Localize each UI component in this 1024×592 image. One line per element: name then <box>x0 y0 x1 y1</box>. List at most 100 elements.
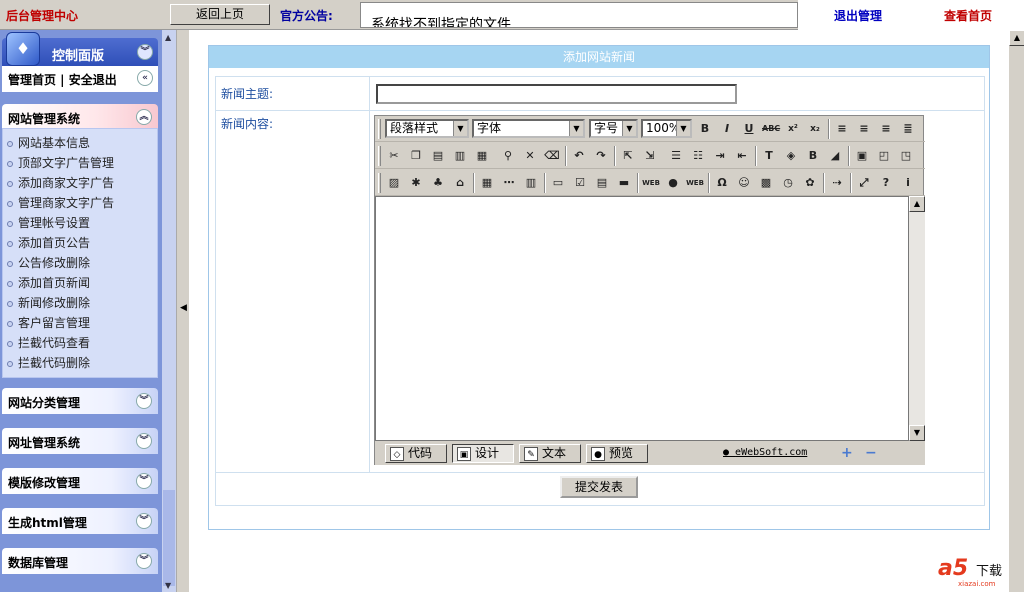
paste-word-icon[interactable]: ▦ <box>473 147 491 165</box>
highlight-icon[interactable]: ◈ <box>782 147 800 165</box>
underline-icon[interactable]: U <box>740 120 758 138</box>
align-left-icon[interactable]: ≡ <box>833 120 851 138</box>
editor-content-area[interactable] <box>375 196 909 441</box>
menu-item-block-code-view[interactable]: 拦截代码查看 <box>7 334 90 354</box>
insert-button-icon[interactable]: ▬ <box>615 174 633 192</box>
paragraph-style-select[interactable]: 段落样式 ▼ <box>385 119 469 138</box>
fullscreen-icon[interactable]: ⤢ <box>855 174 873 192</box>
menu-item-add-merchant-ad[interactable]: 添加商家文字广告 <box>7 174 114 194</box>
web-icon[interactable]: WEB <box>642 174 660 192</box>
redo-icon[interactable]: ↷ <box>592 147 610 165</box>
subscript-icon[interactable]: x₂ <box>806 120 824 138</box>
align-right-icon[interactable]: ≡ <box>877 120 895 138</box>
chevron-down-icon[interactable]: ︾ <box>136 473 152 489</box>
chevron-down-icon[interactable]: ︾ <box>136 433 152 449</box>
superscript-icon[interactable]: x² <box>784 120 802 138</box>
frame-icon[interactable]: ▣ <box>853 147 871 165</box>
menu-item-block-code-delete[interactable]: 拦截代码删除 <box>7 354 90 374</box>
delete-icon[interactable]: ✕ <box>521 147 539 165</box>
outdent-icon[interactable]: ⇤ <box>733 147 751 165</box>
insert-hr-icon[interactable]: ▤ <box>593 174 611 192</box>
scroll-down-arrow-icon[interactable]: ▼ <box>165 581 171 590</box>
font-select[interactable]: 字体 ▼ <box>472 119 585 138</box>
zoom-select[interactable]: 100% ▼ <box>641 119 692 138</box>
view-home-link[interactable]: 查看首页 <box>944 7 992 24</box>
table-props-icon[interactable]: ⋯ <box>500 174 518 192</box>
hide-sidebar-icon[interactable]: « <box>137 70 153 86</box>
unordered-list-icon[interactable]: ☷ <box>689 147 707 165</box>
fill-color-icon[interactable]: ◢ <box>826 147 844 165</box>
quick-links-text[interactable]: 管理首页 | 安全退出 <box>8 71 117 88</box>
scroll-up-arrow-icon[interactable]: ▲ <box>1009 30 1024 46</box>
globe-icon[interactable]: ● <box>664 174 682 192</box>
mode-code-button[interactable]: ◇ 代码 <box>385 444 447 463</box>
unselect-icon[interactable]: ⇲ <box>641 147 659 165</box>
logout-link[interactable]: 退出管理 <box>834 7 882 24</box>
background-color-icon[interactable]: B <box>804 147 822 165</box>
date-icon[interactable]: ▩ <box>757 174 775 192</box>
sidebar-scrollbar[interactable]: ▲ ▼ <box>162 30 176 592</box>
mode-preview-button[interactable]: ● 预览 <box>586 444 648 463</box>
collapse-left-icon[interactable]: ◀ <box>180 303 187 313</box>
insert-file-icon[interactable]: ⌂ <box>451 174 469 192</box>
paste-icon[interactable]: ▤ <box>429 147 447 165</box>
section-html-management[interactable]: 生成html管理 ︾ <box>2 508 158 534</box>
menu-item-guestbook[interactable]: 客户留言管理 <box>7 314 90 334</box>
menu-item-add-notice[interactable]: 添加首页公告 <box>7 234 90 254</box>
insert-image-icon[interactable]: ▨ <box>385 174 403 192</box>
help-icon[interactable]: ? <box>877 174 895 192</box>
eraser-icon[interactable]: ⌫ <box>543 147 561 165</box>
section-database-management[interactable]: 数据库管理 ︾ <box>2 548 158 574</box>
cell-props-icon[interactable]: ▥ <box>522 174 540 192</box>
mode-text-button[interactable]: ✎ 文本 <box>519 444 581 463</box>
menu-item-edit-notice[interactable]: 公告修改删除 <box>7 254 90 274</box>
submit-button[interactable]: 提交发表 <box>560 476 638 498</box>
cut-icon[interactable]: ✂ <box>385 147 403 165</box>
section-site-management[interactable]: 网站管理系统 ︽ <box>2 104 158 130</box>
section-url-management[interactable]: 网址管理系统 ︾ <box>2 428 158 454</box>
text-color-icon[interactable]: T <box>760 147 778 165</box>
mode-design-button[interactable]: ▣ 设计 <box>452 444 514 463</box>
shrink-editor-icon[interactable]: − <box>865 445 877 461</box>
chevron-up-icon[interactable]: ︽ <box>136 109 152 125</box>
page-break-icon[interactable]: ⇢ <box>828 174 846 192</box>
strikethrough-icon[interactable]: ABC <box>762 120 780 138</box>
copy-icon[interactable]: ❐ <box>407 147 425 165</box>
about-icon[interactable]: i <box>899 174 917 192</box>
insert-flash-icon[interactable]: ✱ <box>407 174 425 192</box>
chevron-down-icon[interactable]: ︾ <box>136 393 152 409</box>
back-button[interactable]: 返回上页 <box>170 4 270 25</box>
special-char-icon[interactable]: Ω <box>713 174 731 192</box>
main-scrollbar[interactable]: ▲ <box>1008 30 1024 592</box>
font-size-select[interactable]: 字号 ▼ <box>589 119 638 138</box>
ewebsoft-link[interactable]: ● eWebSoft.com <box>723 447 807 458</box>
web-link-icon[interactable]: WEB <box>686 174 704 192</box>
menu-item-manage-merchant-ad[interactable]: 管理商家文字广告 <box>7 194 114 214</box>
insert-form-icon[interactable]: ▭ <box>549 174 567 192</box>
paste-text-icon[interactable]: ▥ <box>451 147 469 165</box>
absolute-position-icon[interactable]: ◰ <box>875 147 893 165</box>
sidebar-toggle-bar[interactable]: ◀ <box>176 30 190 592</box>
menu-item-edit-news[interactable]: 新闻修改删除 <box>7 294 90 314</box>
align-center-icon[interactable]: ≡ <box>855 120 873 138</box>
undo-icon[interactable]: ↶ <box>570 147 588 165</box>
select-all-icon[interactable]: ⇱ <box>619 147 637 165</box>
scroll-up-arrow-icon[interactable]: ▲ <box>165 33 171 42</box>
menu-item-top-ads[interactable]: 顶部文字广告管理 <box>7 154 114 174</box>
menu-item-site-info[interactable]: 网站基本信息 <box>7 134 90 154</box>
chevron-down-icon[interactable]: ︾ <box>136 513 152 529</box>
time-icon[interactable]: ◷ <box>779 174 797 192</box>
scroll-thumb[interactable] <box>163 490 175 586</box>
settings-icon[interactable]: ✿ <box>801 174 819 192</box>
italic-icon[interactable]: I <box>718 120 736 138</box>
scroll-down-arrow-icon[interactable]: ▼ <box>909 425 925 441</box>
scroll-up-arrow-icon[interactable]: ▲ <box>909 196 925 212</box>
bold-icon[interactable]: B <box>696 120 714 138</box>
menu-item-account-settings[interactable]: 管理帐号设置 <box>7 214 90 234</box>
collapse-panel-icon[interactable]: ︾ <box>137 44 153 60</box>
section-category-management[interactable]: 网站分类管理 ︾ <box>2 388 158 414</box>
news-title-input[interactable] <box>376 84 737 104</box>
editor-scrollbar[interactable]: ▲ ▼ <box>909 196 925 441</box>
insert-media-icon[interactable]: ♣ <box>429 174 447 192</box>
chevron-down-icon[interactable]: ︾ <box>136 553 152 569</box>
